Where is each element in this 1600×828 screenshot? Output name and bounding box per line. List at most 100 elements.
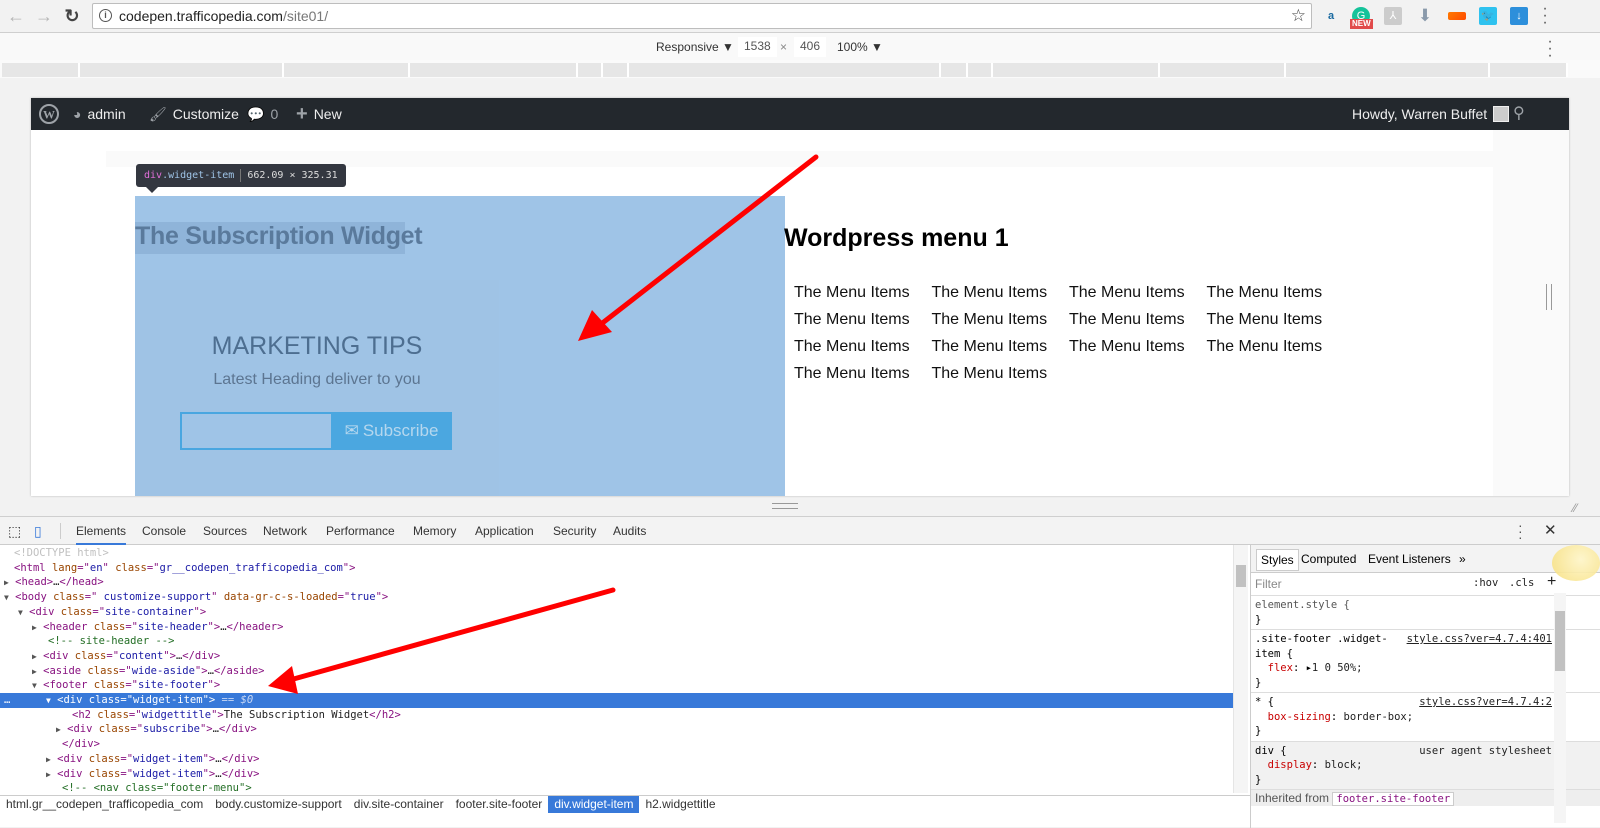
expand-triangle-icon[interactable]: ▶ — [56, 725, 61, 734]
address-bar[interactable]: i codepen.trafficopedia.com/site01/ ☆ — [92, 3, 1312, 29]
expand-triangle-icon[interactable]: ▶ — [32, 623, 37, 632]
styles-filter[interactable]: Filter :hov .cls + — [1251, 573, 1600, 596]
css-property[interactable]: box-sizing — [1268, 711, 1331, 723]
expand-triangle-icon[interactable]: ▼ — [32, 681, 37, 690]
tab-network[interactable]: Network — [263, 517, 307, 545]
email-input[interactable] — [180, 412, 332, 450]
breadcrumb-item[interactable]: body.customize-support — [209, 796, 348, 813]
dom-node[interactable]: ▶ <head>…</head> — [0, 575, 1233, 590]
more-tabs-icon[interactable]: » — [1459, 552, 1466, 566]
dom-node[interactable]: ▶ <div class="content">…</div> — [0, 649, 1233, 664]
menu-item[interactable]: The Menu Items — [794, 282, 932, 303]
zoom-dropdown[interactable]: 100% ▼ — [837, 40, 883, 54]
account-menu[interactable]: Howdy, Warren Buffet — [1352, 98, 1510, 130]
breadcrumb-item[interactable]: div.widget-item — [548, 796, 640, 813]
dom-node[interactable]: ▶ <aside class="wide-aside">…</aside> — [0, 664, 1233, 679]
tab-application[interactable]: Application — [475, 517, 534, 545]
dom-node[interactable]: <!-- site-header --> — [0, 634, 1233, 649]
css-value[interactable]: 1 0 50%; — [1312, 662, 1363, 674]
dom-node[interactable]: <html lang="en" class="gr__codepen_traff… — [0, 561, 1233, 576]
forward-icon[interactable]: → — [34, 6, 54, 26]
hov-toggle[interactable]: :hov — [1473, 577, 1498, 589]
dom-node[interactable]: ▶ <div class="subscribe">…</div> — [0, 722, 1233, 737]
device-toolbar-menu-icon[interactable]: · · · — [1545, 34, 1555, 64]
rule-element-style[interactable]: element.style {} — [1251, 596, 1600, 630]
dom-node[interactable]: ▼ <div class="site-container"> — [0, 605, 1233, 620]
dom-node[interactable]: ▶ <div class="widget-item">…</div> — [0, 767, 1233, 782]
tab-security[interactable]: Security — [553, 517, 596, 545]
pdf-icon[interactable]: ⅄ — [1384, 7, 1402, 25]
elements-tree[interactable]: <!DOCTYPE html> <html lang="en" class="gr… — [0, 545, 1233, 797]
tab-memory[interactable]: Memory — [413, 517, 456, 545]
comments-link[interactable]: 💬 0 — [247, 98, 278, 130]
menu-item[interactable]: The Menu Items — [794, 309, 932, 330]
inherited-from-link[interactable]: footer.site-footer — [1332, 792, 1455, 806]
subscribe-button[interactable]: ✉ Subscribe — [331, 412, 452, 450]
expand-triangle-icon[interactable]: ▼ — [4, 593, 9, 602]
expand-triangle-icon[interactable]: ▼ — [46, 696, 51, 705]
download-arrow-icon[interactable]: ⬇ — [1416, 7, 1434, 25]
rule-widget-item[interactable]: .site-footer .widget-item { style.css?ve… — [1251, 630, 1600, 693]
wordpress-logo-icon[interactable]: W — [39, 98, 59, 130]
menu-item[interactable]: The Menu Items — [1207, 309, 1345, 330]
orange-extension-icon[interactable] — [1448, 12, 1466, 20]
menu-item[interactable]: The Menu Items — [1069, 336, 1207, 357]
dom-node[interactable]: ▼ <body class=" customize-support" data-… — [0, 590, 1233, 605]
breadcrumb-item[interactable]: h2.widgettitle — [639, 796, 721, 813]
back-icon[interactable]: ← — [6, 6, 26, 26]
resize-corner-icon[interactable]: ⁄⁄ — [1573, 501, 1577, 515]
inspect-element-icon[interactable]: ⬚ — [8, 517, 21, 545]
tab-elements[interactable]: Elements — [76, 517, 127, 545]
expand-triangle-icon[interactable]: ▶ — [46, 770, 51, 779]
expand-triangle-icon[interactable]: ▼ — [18, 608, 23, 617]
menu-item[interactable]: The Menu Items — [932, 336, 1070, 357]
cls-toggle[interactable]: .cls — [1509, 577, 1534, 589]
menu-item[interactable]: The Menu Items — [932, 309, 1070, 330]
elements-scrollbar[interactable] — [1233, 545, 1248, 793]
dom-node-selected[interactable]: … ▼ <div class="widget-item"> == $0 — [0, 693, 1233, 708]
menu-item[interactable]: The Menu Items — [1069, 309, 1207, 330]
device-mode-dropdown[interactable]: Responsive ▼ — [656, 40, 734, 54]
twitter-icon[interactable]: 🐦 — [1479, 7, 1497, 25]
breadcrumb-item[interactable]: div.site-container — [348, 796, 450, 813]
menu-item[interactable]: The Menu Items — [1207, 336, 1345, 357]
tab-styles[interactable]: Styles — [1256, 549, 1299, 571]
expand-triangle-icon[interactable]: ▶ — [4, 578, 9, 587]
dom-node[interactable]: <h2 class="widgettitle">The Subscription… — [0, 708, 1233, 723]
info-icon[interactable]: i — [99, 9, 112, 22]
expand-triangle-icon[interactable]: ▶ — [46, 755, 51, 764]
menu-item[interactable]: The Menu Items — [1207, 282, 1345, 303]
close-devtools-icon[interactable]: ✕ — [1544, 521, 1557, 539]
amazon-assistant-icon[interactable]: a — [1322, 7, 1340, 25]
customize-link[interactable]: 🖌 Customize — [149, 98, 239, 130]
tab-sources[interactable]: Sources — [203, 517, 247, 545]
tab-console[interactable]: Console — [142, 517, 186, 545]
site-menu[interactable]: ◕ admin — [73, 98, 126, 130]
devtools-menu-icon[interactable]: · · · — [1518, 518, 1523, 544]
dom-node[interactable]: <!-- <nav class="footer-menu"> — [0, 781, 1233, 796]
breadcrumb-item[interactable]: html.gr__codepen_trafficopedia_com — [0, 796, 209, 813]
resize-handle-right[interactable] — [1546, 284, 1552, 310]
expand-triangle-icon[interactable]: ▶ — [32, 652, 37, 661]
download-icon[interactable]: ↓ — [1510, 7, 1528, 25]
new-content-link[interactable]: + New — [296, 98, 342, 130]
new-rule-icon[interactable]: + — [1547, 573, 1556, 591]
tab-computed[interactable]: Computed — [1301, 552, 1356, 566]
tab-audits[interactable]: Audits — [613, 517, 646, 545]
menu-item[interactable]: The Menu Items — [794, 336, 932, 357]
rule-source-link[interactable]: style.css?ver=4.7.4:401 — [1407, 632, 1552, 647]
device-toggle-icon[interactable]: ▯ — [34, 517, 42, 545]
dom-node[interactable]: ▼ <footer class="site-footer"> — [0, 678, 1233, 693]
media-query-ruler[interactable] — [0, 60, 1600, 78]
menu-item[interactable]: The Menu Items — [794, 363, 932, 384]
dom-node[interactable]: <!DOCTYPE html> — [0, 546, 1233, 561]
tab-event-listeners[interactable]: Event Listeners — [1368, 552, 1451, 566]
bookmark-star-icon[interactable]: ☆ — [1291, 4, 1306, 28]
breadcrumb-item[interactable]: footer.site-footer — [450, 796, 549, 813]
dom-node[interactable]: </div> — [0, 737, 1233, 752]
chrome-menu-icon[interactable]: · · · — [1540, 1, 1550, 31]
menu-item[interactable]: The Menu Items — [932, 363, 1070, 384]
menu-item[interactable]: The Menu Items — [932, 282, 1070, 303]
rule-universal[interactable]: * { style.css?ver=4.7.4:2 box-sizing: bo… — [1251, 693, 1600, 742]
tab-performance[interactable]: Performance — [326, 517, 395, 545]
